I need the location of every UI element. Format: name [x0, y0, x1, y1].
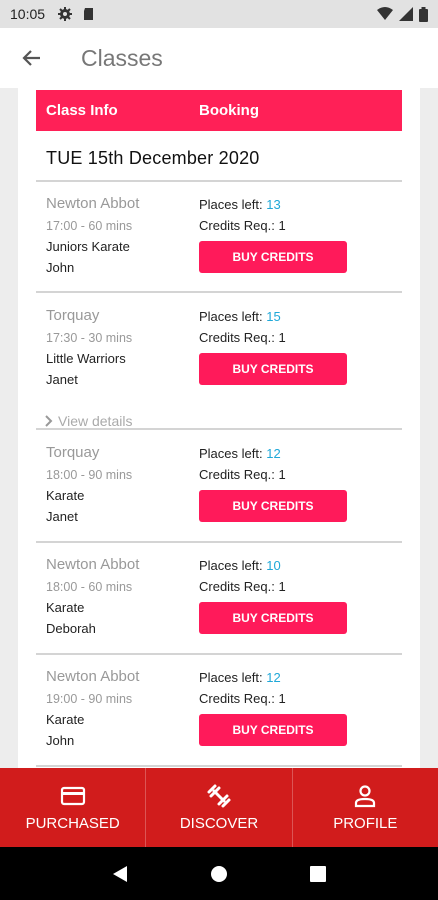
places-left-count: 12: [266, 670, 281, 685]
class-name: Karate: [46, 488, 85, 503]
places-left-label: Places left:: [199, 558, 263, 573]
arrow-back-icon: [22, 50, 40, 66]
view-details-label: View details: [58, 413, 133, 429]
places-left-count: 12: [266, 446, 281, 461]
page-title: Classes: [81, 44, 163, 71]
credits-required: Credits Req.: 1: [199, 330, 286, 345]
person-icon: [355, 785, 376, 808]
places-left-label: Places left:: [199, 670, 263, 685]
bottom-nav: PURCHASED DISCOVER PROFILE: [0, 768, 438, 847]
nav-discover-label: DISCOVER: [179, 815, 259, 832]
sd-card-icon: [84, 8, 94, 20]
class-name: Karate: [46, 600, 85, 615]
class-row: Torquay 18:00 - 90 mins Karate Janet Pla…: [36, 444, 402, 536]
class-name: Little Warriors: [46, 351, 126, 366]
class-row: Newton Abbot 18:00 - 60 mins Karate Debo…: [36, 556, 402, 648]
signal-icon: [399, 7, 413, 21]
places-left-label: Places left:: [199, 197, 263, 212]
class-location: Torquay: [46, 307, 100, 324]
buy-credits-button[interactable]: BUY CREDITS: [199, 241, 347, 273]
class-name: Karate: [46, 712, 85, 727]
divider: [36, 291, 402, 293]
classes-list[interactable]: Class Info Booking TUE 15th December 202…: [18, 88, 420, 768]
class-timing: 19:00 - 90 mins: [46, 692, 133, 706]
class-timing: 18:00 - 90 mins: [46, 468, 133, 482]
places-left: Places left: 12: [199, 446, 281, 461]
divider: [36, 180, 402, 182]
class-location: Newton Abbot: [46, 195, 140, 212]
class-instructor: Janet: [46, 372, 78, 387]
class-name: Juniors Karate: [46, 239, 130, 254]
view-details-link[interactable]: View details: [44, 413, 132, 429]
places-left-label: Places left:: [199, 309, 263, 324]
class-location: Torquay: [46, 444, 100, 461]
fitness-icon: [207, 784, 231, 808]
wifi-icon: [377, 7, 393, 20]
divider: [36, 653, 402, 655]
class-location: Newton Abbot: [46, 668, 140, 685]
credits-required: Credits Req.: 1: [199, 467, 286, 482]
class-row: Torquay 17:30 - 30 mins Little Warriors …: [36, 307, 402, 433]
square-recents-icon: [310, 865, 327, 882]
places-left-label: Places left:: [199, 446, 263, 461]
back-button[interactable]: [0, 28, 64, 88]
column-header-booking: Booking: [199, 102, 259, 119]
system-recents-button[interactable]: [308, 864, 328, 884]
credits-required: Credits Req.: 1: [199, 579, 286, 594]
nav-purchased-label: PURCHASED: [25, 815, 120, 832]
class-instructor: John: [46, 733, 75, 748]
places-left: Places left: 10: [199, 558, 281, 573]
class-instructor: Deborah: [46, 621, 96, 636]
system-nav-bar: [0, 847, 438, 900]
credits-required: Credits Req.: 1: [199, 218, 286, 233]
battery-icon: [419, 6, 428, 22]
divider: [36, 541, 402, 543]
class-location: Newton Abbot: [46, 556, 140, 573]
places-left-count: 15: [266, 309, 281, 324]
places-left: Places left: 13: [199, 197, 281, 212]
status-time: 10:05: [10, 6, 46, 22]
column-header-class-info: Class Info: [46, 102, 118, 119]
status-bar: 10:05: [0, 0, 438, 28]
nav-profile[interactable]: PROFILE: [293, 768, 438, 847]
buy-credits-button[interactable]: BUY CREDITS: [199, 714, 347, 746]
class-instructor: John: [46, 260, 75, 275]
chevron-right-icon: [45, 415, 53, 427]
nav-discover[interactable]: DISCOVER: [146, 768, 293, 847]
credits-required: Credits Req.: 1: [199, 691, 286, 706]
class-row: Newton Abbot 19:00 - 90 mins Karate John…: [36, 668, 402, 760]
card-icon: [60, 786, 85, 806]
places-left-count: 13: [266, 197, 281, 212]
divider: [36, 765, 402, 767]
system-back-button[interactable]: [110, 864, 130, 884]
triangle-back-icon: [112, 865, 127, 882]
app-bar: Classes: [0, 28, 438, 88]
buy-credits-button[interactable]: BUY CREDITS: [199, 490, 347, 522]
class-instructor: Janet: [46, 509, 78, 524]
settings-icon: [58, 7, 73, 21]
circle-home-icon: [210, 865, 227, 882]
nav-profile-label: PROFILE: [333, 815, 398, 832]
nav-purchased[interactable]: PURCHASED: [0, 768, 147, 847]
places-left: Places left: 12: [199, 670, 281, 685]
places-left: Places left: 15: [199, 309, 281, 324]
table-header: Class Info Booking: [36, 90, 402, 131]
class-row: Newton Abbot 17:00 - 60 mins Juniors Kar…: [36, 195, 402, 287]
system-home-button[interactable]: [209, 864, 229, 884]
date-heading: TUE 15th December 2020: [46, 148, 260, 168]
class-timing: 17:00 - 60 mins: [46, 219, 133, 233]
class-timing: 17:30 - 30 mins: [46, 331, 133, 345]
buy-credits-button[interactable]: BUY CREDITS: [199, 602, 347, 634]
divider: [36, 428, 402, 430]
places-left-count: 10: [266, 558, 281, 573]
class-timing: 18:00 - 60 mins: [46, 580, 133, 594]
buy-credits-button[interactable]: BUY CREDITS: [199, 353, 347, 385]
